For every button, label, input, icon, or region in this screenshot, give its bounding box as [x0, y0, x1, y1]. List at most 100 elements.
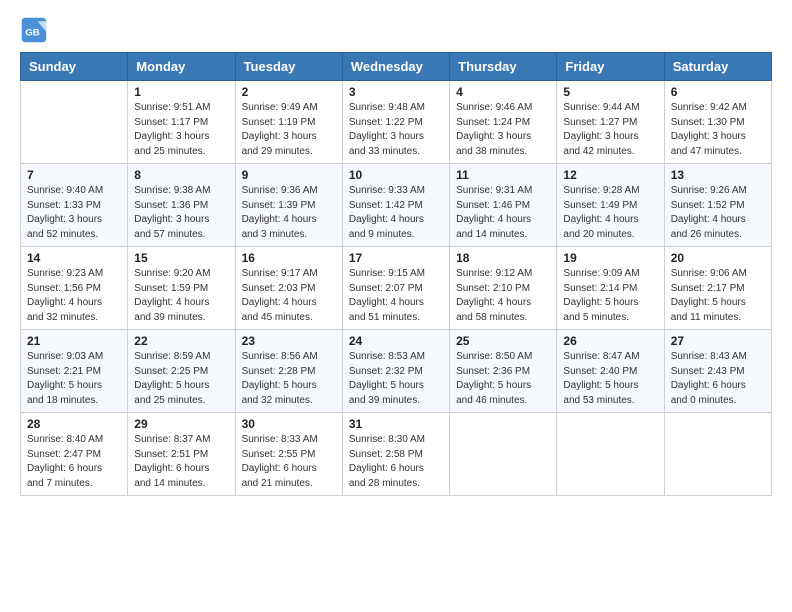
day-number: 4: [456, 85, 550, 99]
day-number: 9: [242, 168, 336, 182]
day-number: 11: [456, 168, 550, 182]
calendar-cell: 3Sunrise: 9:48 AM Sunset: 1:22 PM Daylig…: [342, 81, 449, 164]
calendar-cell: 4 Sunrise: 9:46 AM Sunset: 1:24 PM Daylig…: [450, 81, 557, 164]
calendar-cell: 20 Sunrise: 9:06 AM Sunset: 2:17 PM Dayli…: [664, 247, 771, 330]
day-info: Sunrise: 8:56 AM Sunset: 2:28 PM Dayligh…: [242, 350, 336, 408]
calendar-cell: [450, 413, 557, 496]
day-info: Sunrise: 8:59 AM Sunset: 2:25 PM Dayligh…: [134, 350, 228, 408]
calendar-cell: 29Sunrise: 8:37 AM Sunset: 2:51 PM Dayli…: [128, 413, 235, 496]
logo-icon: GB: [20, 16, 48, 44]
day-number: 3: [349, 85, 443, 99]
calendar-cell: 7 Sunrise: 9:40 AM Sunset: 1:33 PM Daylig…: [21, 164, 128, 247]
day-info: Sunrise: 9:23 AM Sunset: 1:56 PM Dayligh…: [27, 267, 121, 325]
day-number: 10: [349, 168, 443, 182]
day-info: Sunrise: 9:06 AM Sunset: 2:17 PM Dayligh…: [671, 267, 765, 325]
calendar-cell: 21 Sunrise: 9:03 AM Sunset: 2:21 PM Dayli…: [21, 330, 128, 413]
day-info: Sunrise: 9:17 AM Sunset: 2:03 PM Dayligh…: [242, 267, 336, 325]
day-info: Sunrise: 9:26 AM Sunset: 1:52 PM Dayligh…: [671, 184, 765, 242]
calendar-cell: 15 Sunrise: 9:20 AM Sunset: 1:59 PM Dayli…: [128, 247, 235, 330]
day-number: 6: [671, 85, 765, 99]
day-info: Sunrise: 8:53 AM Sunset: 2:32 PM Dayligh…: [349, 350, 443, 408]
calendar-table: SundayMondayTuesdayWednesdayThursdayFrid…: [20, 52, 772, 496]
day-number: 14: [27, 251, 121, 265]
day-number: 27: [671, 334, 765, 348]
day-number: 15: [134, 251, 228, 265]
calendar-cell: 24 Sunrise: 8:53 AM Sunset: 2:32 PM Dayli…: [342, 330, 449, 413]
day-number: 5: [563, 85, 657, 99]
day-number: 2: [242, 85, 336, 99]
day-info: Sunrise: 8:30 AM Sunset: 2:58 PM Dayligh…: [349, 433, 443, 491]
weekday-header-saturday: Saturday: [664, 53, 771, 81]
day-info: Sunrise: 9:38 AM Sunset: 1:36 PM Dayligh…: [134, 184, 228, 242]
day-info: Sunrise: 8:50 AM Sunset: 2:36 PM Dayligh…: [456, 350, 550, 408]
day-info: Sunrise: 8:37 AM Sunset: 2:51 PM Dayligh…: [134, 433, 228, 491]
day-info: Sunrise: 9:03 AM Sunset: 2:21 PM Dayligh…: [27, 350, 121, 408]
day-info: Sunrise: 9:51 AM Sunset: 1:17 PM Dayligh…: [134, 101, 228, 159]
day-number: 24: [349, 334, 443, 348]
day-info: Sunrise: 9:40 AM Sunset: 1:33 PM Dayligh…: [27, 184, 121, 242]
day-number: 21: [27, 334, 121, 348]
day-info: Sunrise: 8:47 AM Sunset: 2:40 PM Dayligh…: [563, 350, 657, 408]
calendar-cell: 17 Sunrise: 9:15 AM Sunset: 2:07 PM Dayli…: [342, 247, 449, 330]
day-number: 26: [563, 334, 657, 348]
calendar-cell: [664, 413, 771, 496]
calendar-cell: 19 Sunrise: 9:09 AM Sunset: 2:14 PM Dayli…: [557, 247, 664, 330]
weekday-header-wednesday: Wednesday: [342, 53, 449, 81]
calendar-cell: 10Sunrise: 9:33 AM Sunset: 1:42 PM Dayli…: [342, 164, 449, 247]
day-number: 22: [134, 334, 228, 348]
weekday-header-tuesday: Tuesday: [235, 53, 342, 81]
day-number: 13: [671, 168, 765, 182]
calendar-cell: 2 Sunrise: 9:49 AM Sunset: 1:19 PM Daylig…: [235, 81, 342, 164]
logo: GB: [20, 16, 52, 44]
day-number: 20: [671, 251, 765, 265]
calendar-week-2: 7 Sunrise: 9:40 AM Sunset: 1:33 PM Daylig…: [21, 164, 772, 247]
day-info: Sunrise: 9:12 AM Sunset: 2:10 PM Dayligh…: [456, 267, 550, 325]
day-number: 28: [27, 417, 121, 431]
calendar-cell: 27 Sunrise: 8:43 AM Sunset: 2:43 PM Dayli…: [664, 330, 771, 413]
weekday-header-row: SundayMondayTuesdayWednesdayThursdayFrid…: [21, 53, 772, 81]
weekday-header-thursday: Thursday: [450, 53, 557, 81]
calendar-cell: 8 Sunrise: 9:38 AM Sunset: 1:36 PM Daylig…: [128, 164, 235, 247]
calendar-week-1: 1Sunrise: 9:51 AM Sunset: 1:17 PM Daylig…: [21, 81, 772, 164]
day-number: 31: [349, 417, 443, 431]
day-number: 7: [27, 168, 121, 182]
calendar-cell: 9 Sunrise: 9:36 AM Sunset: 1:39 PM Daylig…: [235, 164, 342, 247]
day-info: Sunrise: 9:36 AM Sunset: 1:39 PM Dayligh…: [242, 184, 336, 242]
day-info: Sunrise: 9:46 AM Sunset: 1:24 PM Dayligh…: [456, 101, 550, 159]
day-info: Sunrise: 8:40 AM Sunset: 2:47 PM Dayligh…: [27, 433, 121, 491]
calendar-cell: 31 Sunrise: 8:30 AM Sunset: 2:58 PM Dayli…: [342, 413, 449, 496]
day-number: 25: [456, 334, 550, 348]
calendar-cell: 28 Sunrise: 8:40 AM Sunset: 2:47 PM Dayli…: [21, 413, 128, 496]
day-number: 16: [242, 251, 336, 265]
weekday-header-friday: Friday: [557, 53, 664, 81]
day-number: 17: [349, 251, 443, 265]
day-info: Sunrise: 9:44 AM Sunset: 1:27 PM Dayligh…: [563, 101, 657, 159]
day-number: 18: [456, 251, 550, 265]
weekday-header-monday: Monday: [128, 53, 235, 81]
calendar-cell: 12 Sunrise: 9:28 AM Sunset: 1:49 PM Dayli…: [557, 164, 664, 247]
calendar-cell: 13 Sunrise: 9:26 AM Sunset: 1:52 PM Dayli…: [664, 164, 771, 247]
day-info: Sunrise: 9:15 AM Sunset: 2:07 PM Dayligh…: [349, 267, 443, 325]
day-info: Sunrise: 9:20 AM Sunset: 1:59 PM Dayligh…: [134, 267, 228, 325]
calendar-cell: 16 Sunrise: 9:17 AM Sunset: 2:03 PM Dayli…: [235, 247, 342, 330]
calendar-cell: 11 Sunrise: 9:31 AM Sunset: 1:46 PM Dayli…: [450, 164, 557, 247]
day-number: 30: [242, 417, 336, 431]
day-number: 19: [563, 251, 657, 265]
day-info: Sunrise: 9:28 AM Sunset: 1:49 PM Dayligh…: [563, 184, 657, 242]
calendar-week-4: 21 Sunrise: 9:03 AM Sunset: 2:21 PM Dayli…: [21, 330, 772, 413]
day-number: 8: [134, 168, 228, 182]
calendar-cell: [557, 413, 664, 496]
page-header: GB: [20, 16, 772, 44]
day-info: Sunrise: 9:09 AM Sunset: 2:14 PM Dayligh…: [563, 267, 657, 325]
day-info: Sunrise: 8:43 AM Sunset: 2:43 PM Dayligh…: [671, 350, 765, 408]
calendar-cell: 14 Sunrise: 9:23 AM Sunset: 1:56 PM Dayli…: [21, 247, 128, 330]
calendar-cell: 26 Sunrise: 8:47 AM Sunset: 2:40 PM Dayli…: [557, 330, 664, 413]
calendar-cell: 5 Sunrise: 9:44 AM Sunset: 1:27 PM Daylig…: [557, 81, 664, 164]
day-info: Sunrise: 9:42 AM Sunset: 1:30 PM Dayligh…: [671, 101, 765, 159]
svg-text:GB: GB: [25, 27, 39, 38]
calendar-cell: 25 Sunrise: 8:50 AM Sunset: 2:36 PM Dayli…: [450, 330, 557, 413]
day-number: 12: [563, 168, 657, 182]
day-info: Sunrise: 9:49 AM Sunset: 1:19 PM Dayligh…: [242, 101, 336, 159]
day-info: Sunrise: 9:31 AM Sunset: 1:46 PM Dayligh…: [456, 184, 550, 242]
calendar-cell: 6 Sunrise: 9:42 AM Sunset: 1:30 PM Daylig…: [664, 81, 771, 164]
